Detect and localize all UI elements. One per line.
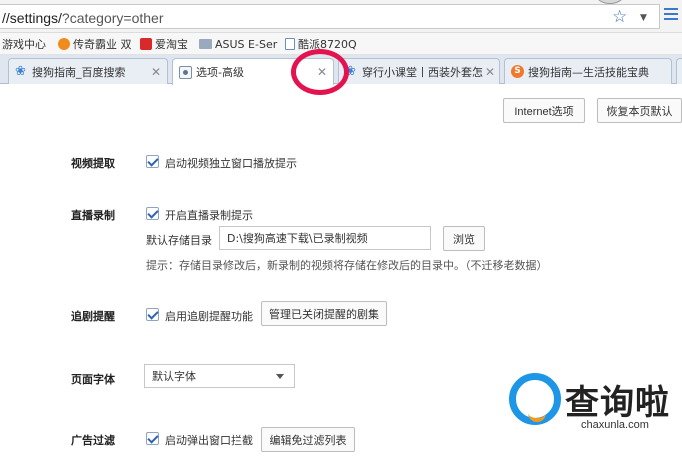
bookmark-label: 游戏中心 (2, 38, 46, 51)
video-option-label: 启动视频独立窗口播放提示 (165, 157, 297, 170)
star-bookmark-icon[interactable]: ☆ (612, 7, 627, 27)
annotation-circle (291, 49, 349, 95)
settings-icon (179, 65, 192, 79)
taobao-icon (140, 38, 152, 50)
storage-dir-label: 默认存储目录 (146, 234, 212, 247)
restore-defaults-button[interactable]: 恢复本页默认 (597, 98, 682, 123)
watermark-cn: 查询啦 (565, 383, 670, 423)
font-section-label: 页面字体 (71, 373, 115, 386)
video-checkbox[interactable] (146, 155, 159, 168)
video-section-label: 视频提取 (71, 157, 115, 170)
tab-label: 选项-高级 (196, 66, 244, 79)
chevron-down-icon (276, 374, 284, 379)
bookmark-label: 爱淘宝 (155, 38, 188, 51)
adblock-section-label: 广告过滤 (71, 434, 115, 447)
tab-overflow[interactable] (676, 58, 682, 84)
bookmark-taobao[interactable]: 爱淘宝 (140, 36, 188, 52)
tab-label: 穿行小课堂丨西装外套怎 (362, 65, 483, 79)
url-query: ?category=other (61, 10, 164, 26)
chevron-down-icon[interactable]: ▼ (640, 13, 647, 23)
edit-whitelist-button[interactable]: 编辑免过滤列表 (261, 427, 355, 452)
bookmark-game-center[interactable]: 游戏中心 (2, 36, 46, 52)
font-selected-value: 默认字体 (152, 370, 196, 383)
close-icon[interactable]: ✕ (485, 65, 495, 79)
orange-icon (58, 38, 70, 50)
bookmark-label: 传奇霸业 双 (73, 38, 132, 51)
tab-sogou-baidu[interactable]: ❀ 搜狗指南_百度搜索 ✕ (8, 58, 168, 84)
bookmark-asus[interactable]: ASUS E-Ser (199, 36, 277, 52)
folder-icon (199, 39, 212, 49)
close-icon[interactable]: ✕ (151, 65, 161, 79)
doc-icon (285, 38, 295, 50)
url-input[interactable]: //settings/?category=other ☆ ▼ (0, 4, 660, 29)
tab-sogou-guide[interactable]: S 搜狗指南—生活技能宝典 (504, 58, 672, 84)
internet-options-button[interactable]: Internet选项 (503, 98, 585, 123)
url-text: //settings/?category=other (2, 10, 164, 26)
manage-series-button[interactable]: 管理已关闭提醒的剧集 (261, 301, 387, 326)
watermark-logo-icon (509, 373, 561, 425)
menu-icon[interactable] (664, 8, 678, 24)
live-section-label: 直播录制 (71, 209, 115, 222)
url-prefix: //settings/ (2, 10, 62, 26)
browse-button[interactable]: 浏览 (443, 226, 485, 251)
storage-path-input[interactable]: D:\搜狗高速下载\已录制视频 (219, 226, 431, 250)
font-select[interactable]: 默认字体 (144, 364, 295, 388)
watermark: 查询啦 chaxunla.com (503, 369, 678, 435)
bookmark-legend[interactable]: 传奇霸业 双 (58, 36, 132, 52)
series-option-label: 启用追剧提醒功能 (165, 310, 253, 323)
tab-label: 搜狗指南_百度搜索 (32, 65, 126, 79)
series-section-label: 追剧提醒 (71, 310, 115, 323)
bookmark-label: ASUS E-Ser (215, 37, 278, 51)
storage-hint: 提示：存储目录修改后，新录制的视频将存储在修改后的目录中。（不迁移老数据） (146, 259, 548, 272)
bookmarks-bar: 游戏中心 传奇霸业 双 爱淘宝 ASUS E-Ser 酷派8720Q (0, 33, 682, 55)
series-checkbox[interactable] (146, 308, 159, 321)
adblock-option-label: 启动弹出窗口拦截 (165, 434, 253, 447)
live-checkbox[interactable] (146, 207, 159, 220)
address-bar: //settings/?category=other ☆ ▼ (0, 0, 682, 33)
tab-label: 搜狗指南—生活技能宝典 (528, 65, 649, 79)
tab-suit-class[interactable]: ❀ 穿行小课堂丨西装外套怎 ✕ (338, 58, 500, 84)
watermark-en: chaxunla.com (581, 419, 649, 431)
sogou-icon: S (511, 65, 524, 78)
paw-icon: ❀ (15, 64, 26, 79)
live-option-label: 开启直播录制提示 (165, 209, 253, 222)
adblock-checkbox[interactable] (146, 432, 159, 445)
